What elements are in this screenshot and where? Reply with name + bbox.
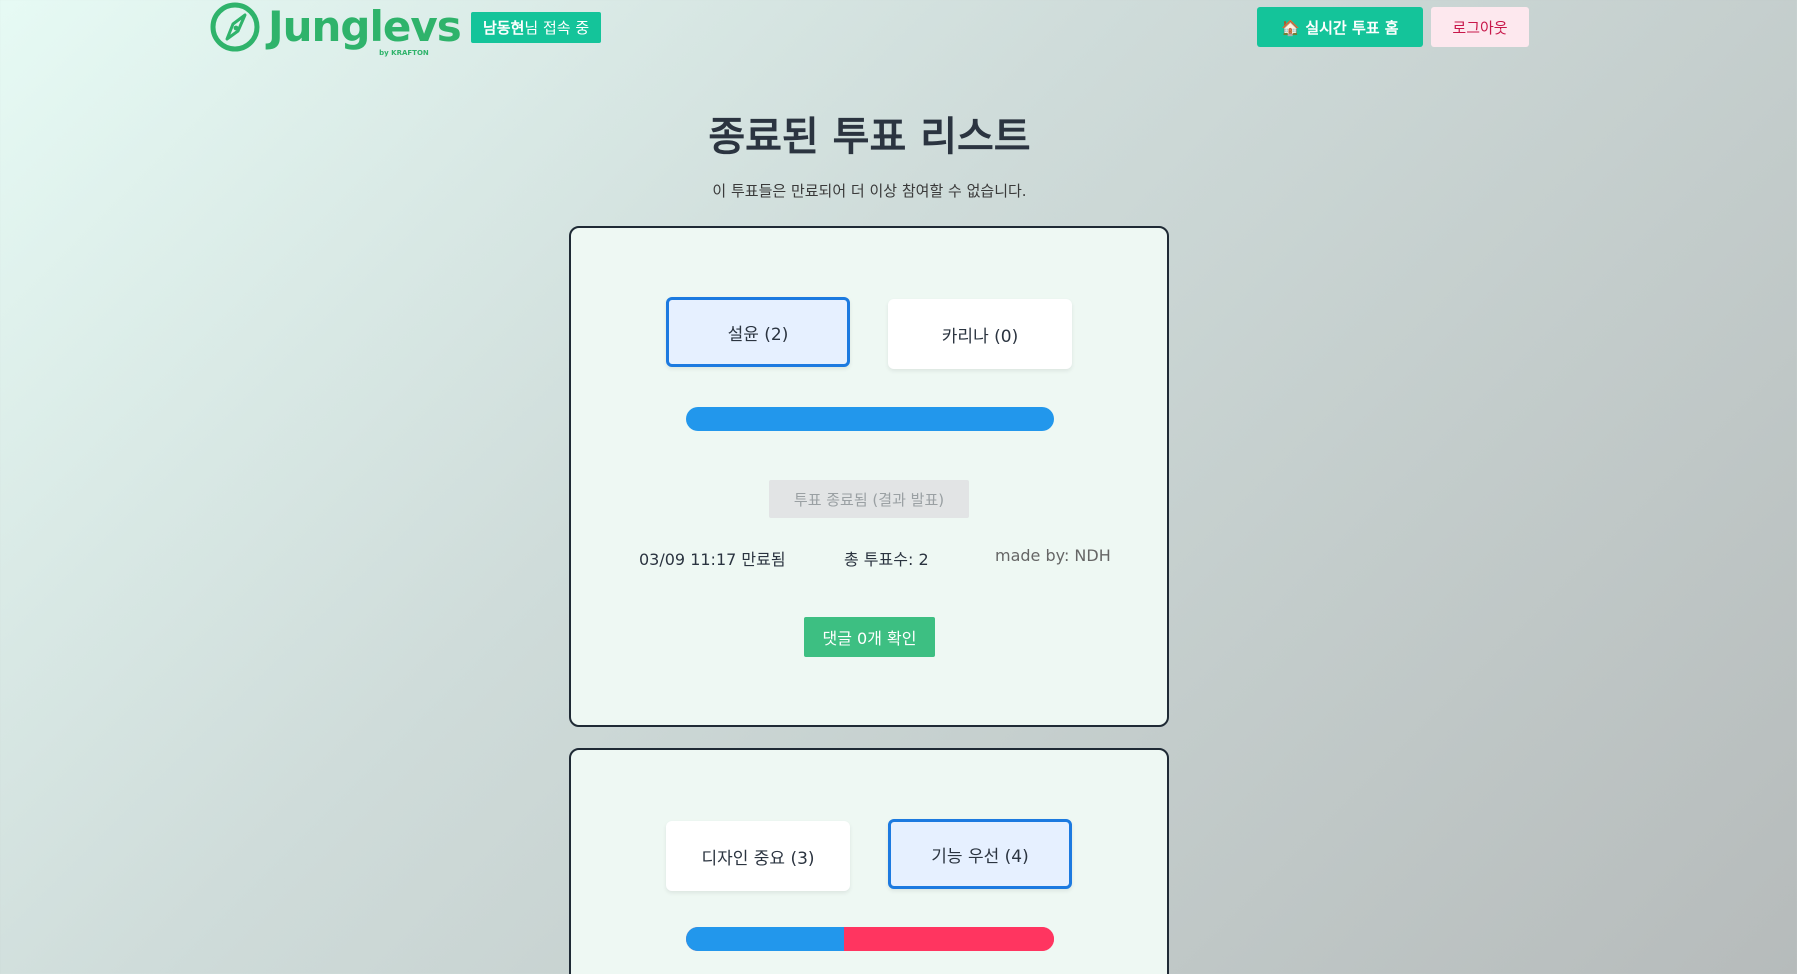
user-name: 남동현 (483, 19, 525, 37)
page-subtitle: 이 투표들은 만료되어 더 이상 참여할 수 없습니다. (712, 182, 1027, 200)
expiry-time: 03/09 11:17 만료됨 (639, 550, 786, 569)
vote-ratio-bar (686, 927, 1054, 951)
page-title: 종료된 투표 리스트 (708, 114, 1031, 160)
live-vote-home-button[interactable]: 🏠 실시간 투표 홈 (1257, 7, 1423, 47)
user-status-badge: 남동현 님 접속 중 (471, 12, 602, 43)
vote-bar-option-b (843, 927, 1054, 951)
total-votes: 총 투표수: 2 (844, 550, 929, 569)
vote-ratio-bar (686, 407, 1054, 431)
view-comments-button[interactable]: 댓글 0개 확인 (804, 617, 935, 657)
poll-card: 디자인 중요 (3) 기능 우선 (4) (569, 748, 1169, 974)
top-bar: Junglevs by KRAFTON 남동현 님 접속 중 🏠 실시간 투표 홈 … (0, 0, 1797, 57)
logo-wordmark: Junglevs by KRAFTON (268, 2, 462, 57)
vote-bar-option-a (686, 927, 844, 951)
poll-option-a[interactable]: 디자인 중요 (3) (666, 821, 850, 891)
user-status-text: 님 접속 중 (524, 19, 590, 37)
poll-author: made by: NDH (995, 546, 1111, 565)
compass-icon (210, 2, 260, 52)
poll-option-b[interactable]: 기능 우선 (4) (888, 819, 1072, 889)
vote-closed-button[interactable]: 투표 종료됨 (결과 발표) (769, 480, 969, 518)
poll-option-b[interactable]: 카리나 (0) (888, 299, 1072, 369)
jungle-vs-logo[interactable]: Junglevs by KRAFTON (208, 2, 462, 57)
logo-subtext: by KRAFTON (379, 49, 429, 57)
poll-option-a[interactable]: 설윤 (2) (666, 297, 850, 367)
vote-bar-option-a (686, 407, 1054, 431)
poll-card: 설윤 (2) 카리나 (0) 투표 종료됨 (결과 발표) 03/09 11:1… (569, 226, 1169, 727)
logout-button[interactable]: 로그아웃 (1431, 7, 1529, 47)
